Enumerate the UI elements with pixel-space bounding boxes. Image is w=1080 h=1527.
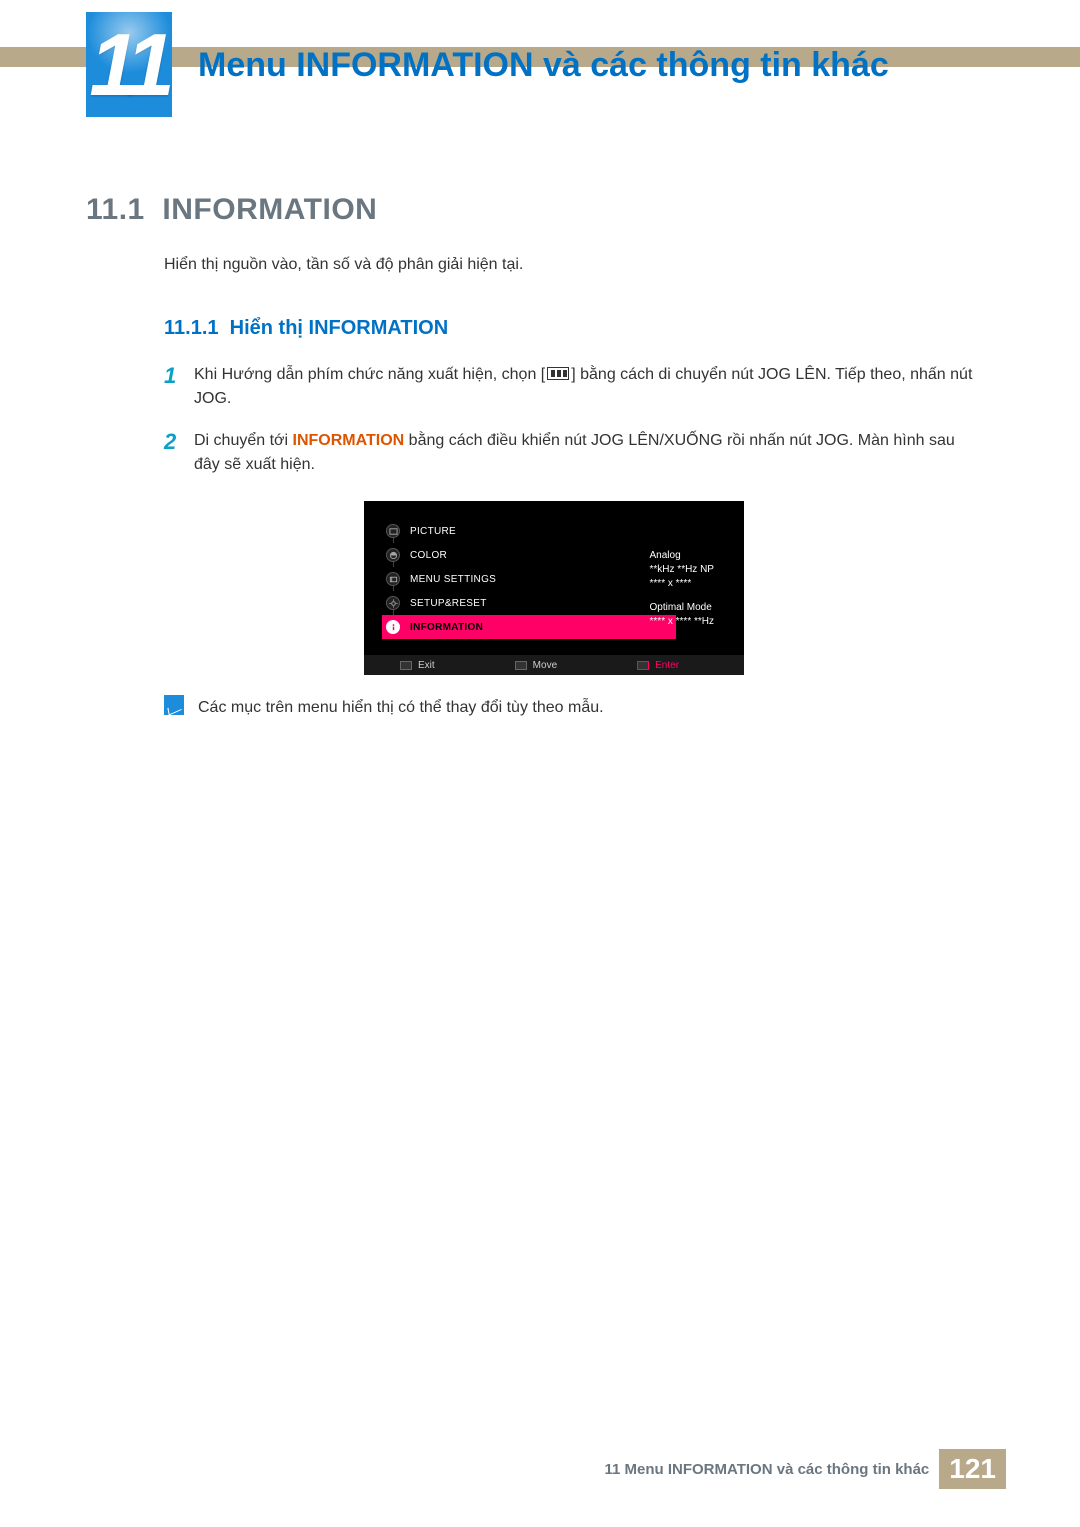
section-number: 11.1: [86, 193, 145, 226]
section-heading: 11.1 INFORMATION: [86, 193, 377, 227]
chapter-title: Menu INFORMATION và các thông tin khác: [198, 46, 889, 85]
page-footer: 11 Menu INFORMATION và các thông tin khá…: [605, 1449, 1007, 1489]
note-icon: [164, 695, 184, 715]
subsection-title: Hiển thị INFORMATION: [230, 317, 449, 339]
move-icon: [515, 661, 527, 670]
osd-menu-color: COLOR: [386, 543, 496, 567]
section-intro: Hiển thị nguồn vào, tần số và độ phân gi…: [164, 253, 984, 277]
osd-footer: Exit Move Enter: [364, 655, 744, 675]
step-1: 1 Khi Hướng dẫn phím chức năng xuất hiện…: [164, 363, 984, 411]
note-block: Các mục trên menu hiển thị có thể thay đ…: [164, 695, 984, 720]
subsection-heading: 11.1.1 Hiển thị INFORMATION: [164, 313, 984, 343]
color-icon: [386, 548, 400, 562]
footer-chapter-text: 11 Menu INFORMATION và các thông tin khá…: [605, 1461, 930, 1478]
step-number: 2: [164, 429, 194, 455]
gear-icon: [386, 596, 400, 610]
settings-icon: [386, 572, 400, 586]
osd-info-line: Optimal Mode: [650, 601, 714, 615]
enter-icon: [637, 661, 649, 670]
back-icon: [400, 661, 412, 670]
osd-menu-setupreset: SETUP&RESET: [386, 591, 496, 615]
chapter-number-badge: 11: [86, 12, 172, 117]
step-2: 2 Di chuyển tới INFORMATION bằng cách đi…: [164, 429, 984, 477]
step-number: 1: [164, 363, 194, 389]
osd-info-line: **** x **** **Hz: [650, 615, 714, 629]
osd-menu-information: INFORMATION: [386, 615, 496, 639]
osd-info-panel: Analog **kHz **Hz NP **** x **** Optimal…: [650, 549, 714, 639]
menu-icon: [547, 367, 569, 380]
osd-menu-settings: MENU SETTINGS: [386, 567, 496, 591]
step-text: Di chuyển tới INFORMATION bằng cách điều…: [194, 429, 984, 477]
chapter-number: 11: [89, 21, 168, 109]
page-number: 121: [939, 1449, 1006, 1489]
osd-footer-enter: Enter: [637, 658, 679, 673]
step-text: Khi Hướng dẫn phím chức năng xuất hiện, …: [194, 363, 984, 411]
picture-icon: [386, 524, 400, 538]
osd-footer-exit: Exit: [400, 658, 435, 673]
osd-menu-list: PICTURE COLOR MENU SETTINGS SETUP&RESET: [386, 519, 496, 639]
subsection-number: 11.1.1: [164, 317, 219, 339]
note-text: Các mục trên menu hiển thị có thể thay đ…: [198, 696, 604, 720]
osd-menu-picture: PICTURE: [386, 519, 496, 543]
osd-info-line: **kHz **Hz NP: [650, 563, 714, 577]
section-body: Hiển thị nguồn vào, tần số và độ phân gi…: [164, 253, 984, 720]
section-title: INFORMATION: [162, 193, 377, 226]
osd-info-line: **** x ****: [650, 577, 714, 591]
osd-screenshot: PICTURE COLOR MENU SETTINGS SETUP&RESET: [364, 501, 744, 675]
osd-info-line: Analog: [650, 549, 714, 563]
step-list: 1 Khi Hướng dẫn phím chức năng xuất hiện…: [164, 363, 984, 477]
osd-footer-move: Move: [515, 658, 557, 673]
info-icon: [386, 620, 400, 634]
